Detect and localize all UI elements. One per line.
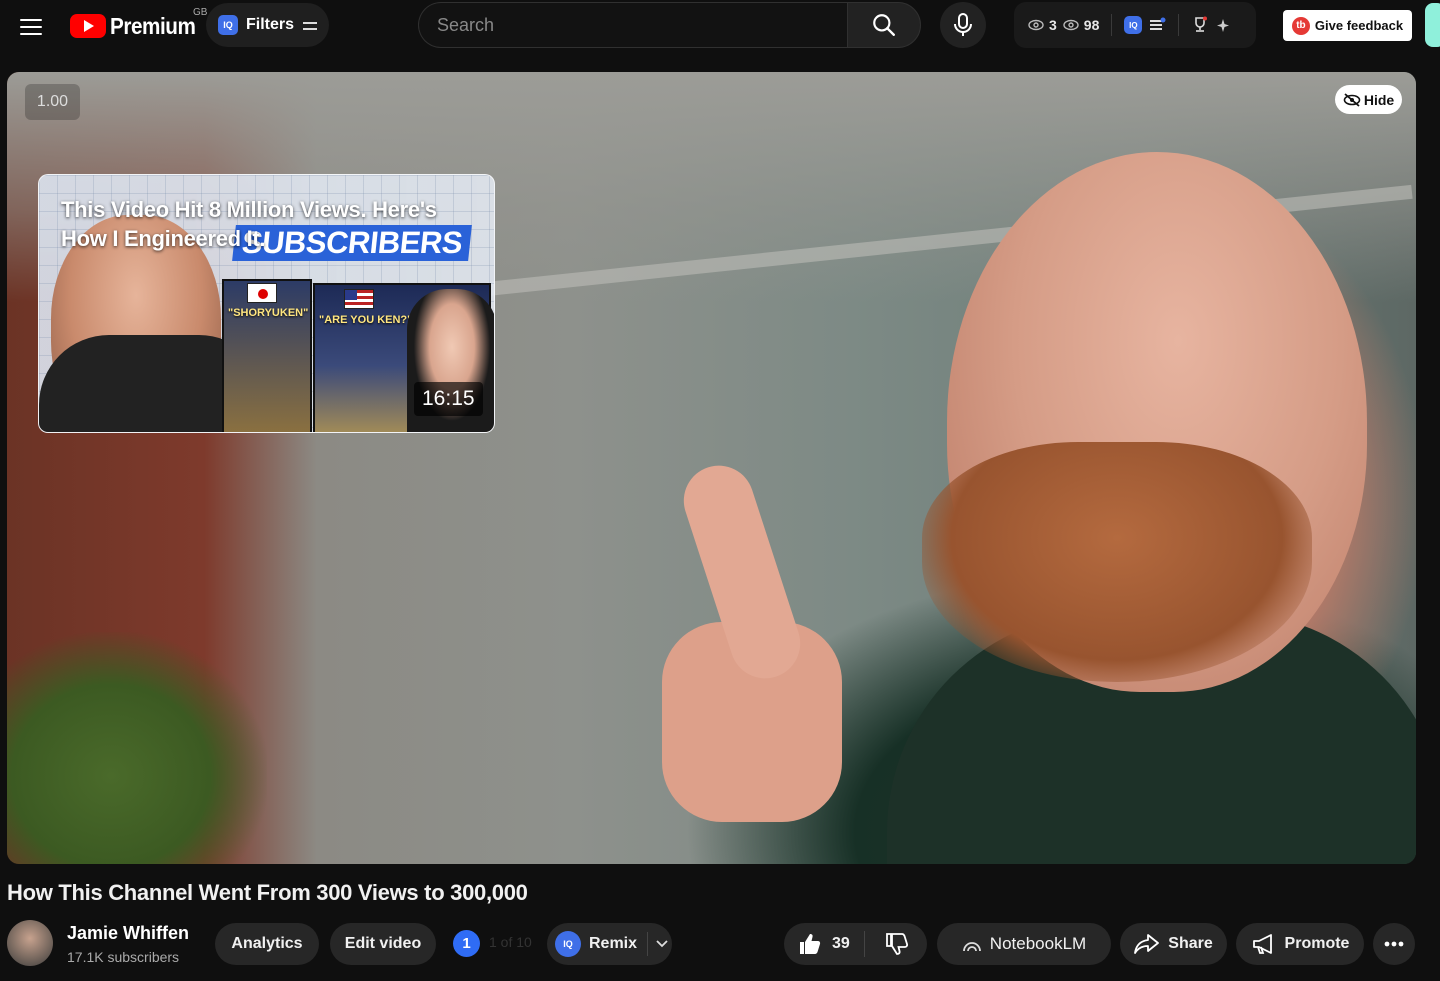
youtube-play-icon — [70, 14, 106, 38]
number-badge[interactable]: 1 — [453, 930, 480, 957]
search-input[interactable] — [437, 14, 848, 36]
video-scene — [7, 632, 267, 864]
like-dislike-bar: 39 — [784, 923, 927, 965]
chevron-down-icon[interactable] — [656, 940, 668, 948]
filters-label: Filters — [246, 16, 295, 33]
remix-label: Remix — [589, 935, 638, 952]
views-stat-a-value: 3 — [1049, 17, 1057, 33]
voice-search-button[interactable] — [940, 2, 986, 48]
notebooklm-label: NotebookLM — [989, 934, 1087, 953]
hide-label: Hide — [1363, 91, 1395, 108]
card-duration: 16:15 — [414, 382, 483, 416]
eye-icon — [1063, 19, 1079, 31]
thumbs-up-icon — [800, 934, 821, 954]
iq-icon: IQ — [218, 15, 238, 35]
divider — [1178, 14, 1180, 36]
search-box — [418, 2, 848, 48]
country-code: GB — [193, 7, 208, 18]
video-scene — [922, 442, 1312, 682]
more-actions-button[interactable] — [1373, 923, 1415, 965]
channel-name[interactable]: Jamie Whiffen — [67, 923, 189, 944]
card-title: This Video Hit 8 Million Views. Here's H… — [61, 197, 437, 251]
end-screen-video-card[interactable]: "SHORYUKEN" "ARE YOU KEN?" SUBSCRIBERS T… — [38, 174, 495, 433]
video-player[interactable]: 1.00 Hide "SHORYUKEN" "ARE YOU KEN?" SUB… — [7, 72, 1416, 864]
promote-button[interactable]: Promote — [1236, 923, 1364, 965]
promote-label: Promote — [1284, 935, 1350, 952]
us-flag-icon — [344, 289, 374, 309]
notebooklm-button[interactable]: NotebookLM — [937, 923, 1111, 965]
menu-icon[interactable] — [14, 10, 48, 44]
megaphone-icon — [1252, 934, 1272, 954]
divider — [863, 931, 865, 957]
like-count: 39 — [832, 935, 850, 952]
share-label: Share — [1168, 935, 1213, 952]
notebooklm-icon — [962, 942, 981, 952]
search-button[interactable] — [847, 2, 921, 48]
give-feedback-button[interactable]: tb Give feedback — [1283, 10, 1412, 41]
thumbnail-quote-right: "ARE YOU KEN?" — [319, 314, 413, 326]
more-horizontal-icon — [1384, 941, 1404, 947]
eye-off-icon — [1343, 92, 1361, 107]
trophy-icon[interactable] — [1191, 16, 1209, 34]
like-button[interactable]: 39 — [798, 932, 850, 956]
remix-button[interactable]: IQ Remix — [547, 923, 672, 965]
feedback-label: Give feedback — [1314, 18, 1404, 33]
views-stat-b[interactable]: 98 — [1063, 17, 1100, 33]
video-title: How This Channel Went From 300 Views to … — [7, 880, 528, 905]
iq-extension-icon[interactable]: IQ — [1124, 16, 1143, 34]
divider — [1111, 14, 1113, 36]
microphone-icon — [954, 13, 972, 36]
iq-icon: IQ — [555, 931, 581, 957]
feedback-logo-icon: tb — [1291, 16, 1310, 35]
badge-text: 1 of 10 — [489, 934, 532, 950]
analytics-button[interactable]: Analytics — [215, 923, 319, 965]
filters-button[interactable]: IQ Filters — [206, 3, 329, 47]
thumbs-down-icon[interactable] — [885, 932, 909, 956]
channel-avatar[interactable] — [7, 920, 53, 966]
subscriber-count: 17.1K subscribers — [67, 949, 180, 965]
japan-flag-icon — [247, 283, 277, 303]
playback-speed[interactable]: 1.00 — [25, 84, 80, 120]
search-icon — [873, 14, 895, 36]
tune-icon — [302, 18, 318, 32]
edit-video-button[interactable]: Edit video — [330, 923, 436, 965]
extension-stats: 3 98 IQ — [1014, 2, 1256, 48]
divider — [647, 932, 649, 956]
share-icon — [1134, 934, 1160, 954]
eye-icon — [1028, 19, 1044, 31]
views-stat-a[interactable]: 3 — [1028, 17, 1057, 33]
thumbnail-quote-left: "SHORYUKEN" — [228, 307, 309, 319]
views-stat-b-value: 98 — [1083, 17, 1100, 33]
extension-tab[interactable] — [1425, 3, 1440, 47]
hide-button[interactable]: Hide — [1335, 85, 1402, 114]
sparkle-icon[interactable] — [1215, 16, 1233, 34]
list-icon[interactable] — [1148, 17, 1166, 33]
share-button[interactable]: Share — [1120, 923, 1227, 965]
youtube-logo[interactable]: Premium — [70, 12, 205, 40]
top-bar: Premium GB IQ Filters 3 98 IQ tb Give fe… — [0, 0, 1440, 56]
logo-text: Premium — [110, 12, 196, 39]
